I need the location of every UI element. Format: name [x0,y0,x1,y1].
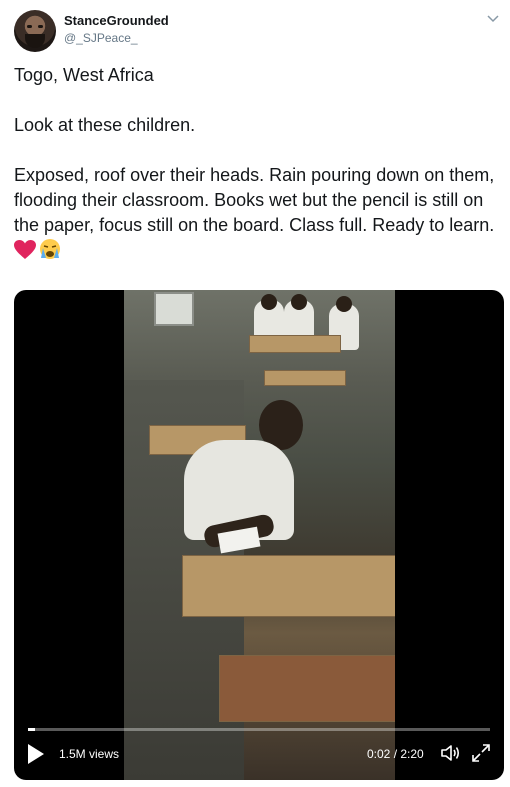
display-name[interactable]: StanceGrounded [64,13,169,28]
avatar-eye [38,25,43,28]
tweet-text: Togo, West Africa Look at these children… [14,63,502,267]
video-frame [124,290,395,780]
video-front-desk [219,655,395,722]
video-desk [249,335,341,353]
fullscreen-icon[interactable] [470,742,492,764]
tweet-header: StanceGrounded @_SJPeace_ [0,0,510,60]
progress-fill [28,728,35,731]
red-heart-icon [14,240,36,267]
chevron-down-icon[interactable] [486,12,500,26]
video-bg-head [261,294,277,310]
video-time: 0:02 / 2:20 [367,747,424,761]
video-front-desk [182,555,395,617]
avatar-beard [25,34,45,48]
progress-bar[interactable] [28,728,490,731]
video-player[interactable]: 1.5M views 0:02 / 2:20 [14,290,504,780]
video-bg-head [291,294,307,310]
video-desk [264,370,346,386]
avatar[interactable] [14,10,56,52]
play-icon[interactable] [28,744,44,764]
video-window-shape [154,292,194,326]
video-controls: 1.5M views 0:02 / 2:20 [14,728,504,780]
tweet-body: Togo, West Africa Look at these children… [14,65,495,235]
user-handle[interactable]: @_SJPeace_ [64,31,138,45]
view-count: 1.5M views [59,747,120,761]
avatar-eye [27,25,32,28]
video-bg-head [336,296,352,312]
volume-icon[interactable] [439,742,461,764]
crying-face-icon [39,238,61,267]
